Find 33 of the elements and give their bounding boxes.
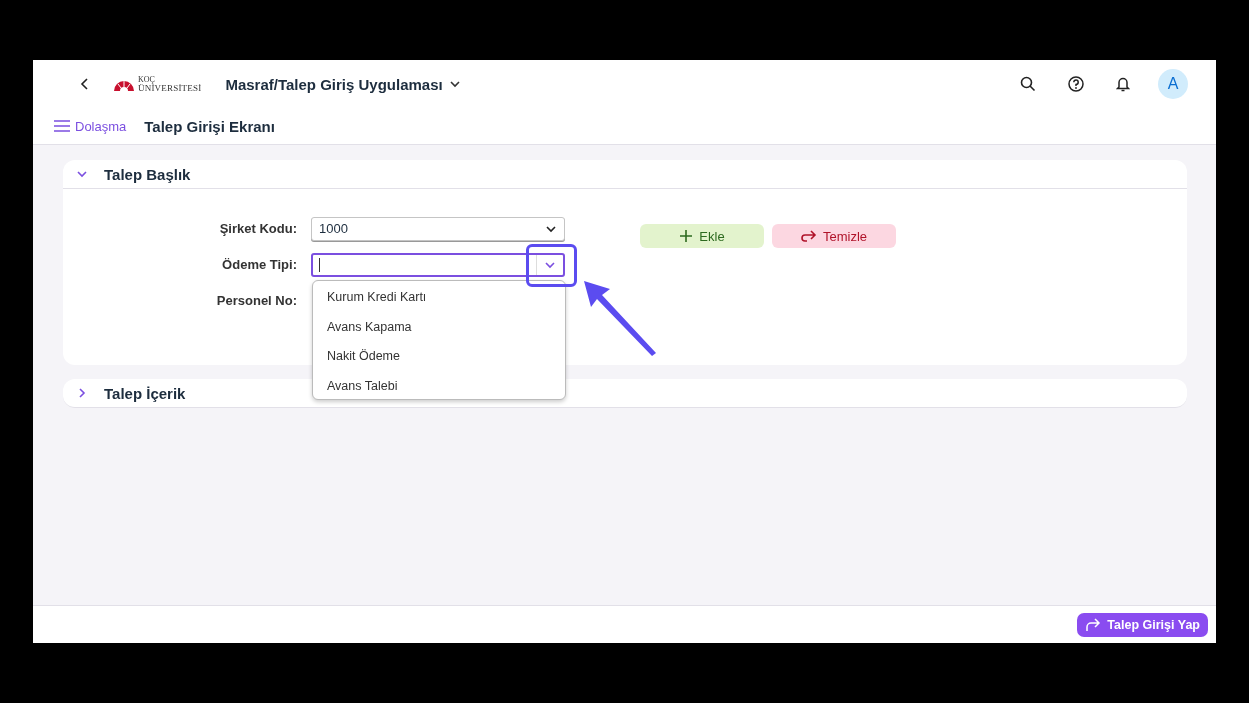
text-cursor: [319, 257, 320, 272]
back-icon[interactable]: [79, 78, 91, 90]
search-icon[interactable]: [1020, 76, 1036, 92]
chevron-right-icon[interactable]: [76, 387, 88, 399]
dropdown-option[interactable]: Avans Talebi: [313, 371, 565, 401]
field-label: Ödeme Tipi:: [221, 257, 297, 272]
app-title-menu[interactable]: Masraf/Talep Giriş Uygulaması: [225, 75, 461, 93]
logo-text-top: KOÇ: [138, 75, 156, 84]
logo-text-bottom: ÜNİVERSİTESİ: [138, 84, 202, 93]
help-icon[interactable]: [1068, 76, 1084, 92]
highlight-box: [526, 243, 577, 287]
menu-icon: [54, 120, 70, 132]
redo-arrow-icon: [800, 229, 817, 243]
page-title: Talep Girişi Ekranı: [144, 117, 275, 135]
field-label: Şirket Kodu:: [218, 221, 297, 236]
navigation-button[interactable]: Dolaşma: [54, 118, 127, 134]
field-label: Personel No:: [215, 293, 297, 308]
select-value: 1000: [318, 221, 349, 236]
panel-title[interactable]: Talep İçerik: [104, 384, 186, 402]
submit-button[interactable]: Talep Girişi Yap: [1077, 612, 1208, 637]
select-field[interactable]: 1000: [311, 216, 565, 241]
chevron-down-icon: [448, 78, 461, 90]
avatar[interactable]: A: [1158, 69, 1188, 99]
dropdown-option[interactable]: Kurum Kredi Kartı: [313, 282, 565, 312]
select-field[interactable]: [311, 252, 565, 277]
dropdown-option[interactable]: Avans Kapama: [313, 312, 565, 342]
panel-title[interactable]: Talep Başlık: [104, 165, 191, 183]
clear-button[interactable]: Temizle: [772, 224, 896, 248]
bell-icon[interactable]: [1116, 76, 1130, 92]
plus-icon: [679, 229, 694, 243]
dropdown-option[interactable]: Nakit Ödeme: [313, 341, 565, 371]
forward-arrow-icon: [1085, 617, 1102, 632]
add-button[interactable]: Ekle: [640, 224, 764, 248]
